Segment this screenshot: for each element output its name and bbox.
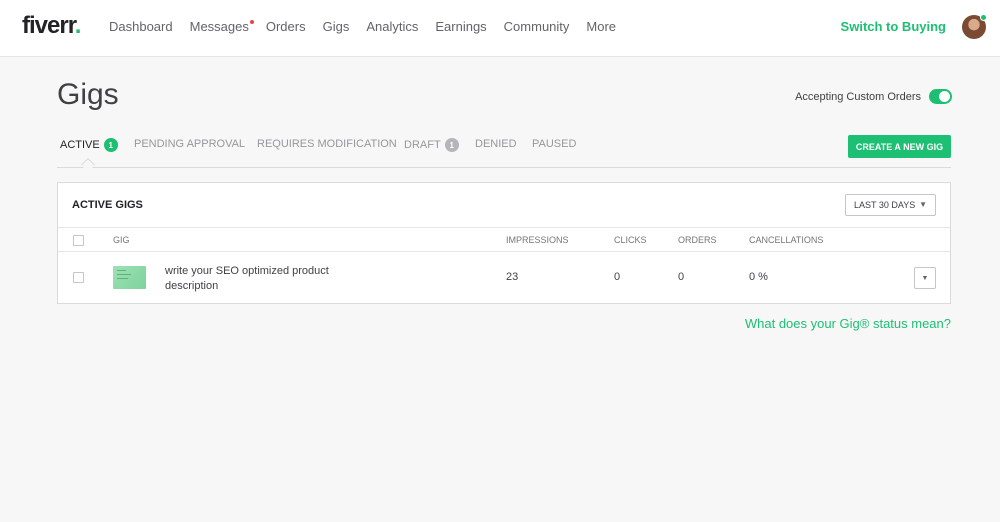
active-gigs-card: ACTIVE GIGS LAST 30 DAYS ▼ GIG IMPRESSIO…	[57, 182, 951, 304]
tab-draft[interactable]: DRAFT 1	[404, 138, 459, 152]
tab-pending-approval[interactable]: PENDING APPROVAL	[134, 138, 245, 150]
table-row: write your SEO optimized product descrip…	[58, 252, 950, 304]
page-title: Gigs	[57, 78, 119, 111]
gig-status-help-link[interactable]: What does your Gig® status mean?	[745, 316, 951, 331]
row-actions-dropdown[interactable]: ▼	[914, 267, 936, 289]
tab-active-label: ACTIVE	[60, 139, 100, 151]
online-status-icon	[980, 14, 987, 21]
column-gig: GIG	[113, 235, 130, 245]
gig-thumbnail[interactable]	[113, 266, 146, 289]
nav-messages[interactable]: Messages	[189, 19, 254, 34]
gig-status-tabs: ACTIVE 1 PENDING APPROVAL REQUIRES MODIF…	[57, 134, 951, 173]
nav-messages-label: Messages	[189, 19, 249, 34]
gig-title-link[interactable]: write your SEO optimized product descrip…	[165, 264, 355, 294]
custom-orders-toggle[interactable]	[929, 89, 952, 104]
switch-to-buying-link[interactable]: Switch to Buying	[841, 19, 946, 34]
card-title: ACTIVE GIGS	[72, 199, 143, 211]
period-select[interactable]: LAST 30 DAYS ▼	[845, 194, 936, 216]
user-avatar[interactable]	[962, 14, 987, 39]
create-new-gig-button[interactable]: CREATE A NEW GIG	[848, 135, 951, 158]
toggle-knob	[939, 91, 950, 102]
tab-draft-label: DRAFT	[404, 139, 441, 151]
tab-paused[interactable]: PAUSED	[532, 138, 576, 150]
gig-clicks: 0	[614, 271, 621, 283]
select-all-checkbox[interactable]	[73, 235, 84, 246]
period-select-value: LAST 30 DAYS	[854, 200, 916, 210]
active-tab-indicator	[80, 157, 96, 173]
nav-analytics[interactable]: Analytics	[366, 19, 418, 34]
column-clicks: CLICKS	[614, 235, 647, 245]
fiverr-logo[interactable]: fiverr.	[22, 12, 81, 40]
row-checkbox[interactable]	[73, 272, 84, 283]
caret-down-icon: ▼	[921, 274, 929, 282]
nav-community[interactable]: Community	[504, 19, 570, 34]
tab-active-count: 1	[103, 138, 118, 152]
tab-draft-count: 1	[444, 138, 459, 152]
table-header: GIG IMPRESSIONS CLICKS ORDERS CANCELLATI…	[58, 227, 950, 252]
nav-more[interactable]: More	[586, 19, 616, 34]
column-impressions: IMPRESSIONS	[506, 235, 569, 245]
tab-denied[interactable]: DENIED	[475, 138, 517, 150]
custom-orders-setting: Accepting Custom Orders	[795, 89, 952, 104]
gig-cancellations: 0 %	[749, 271, 768, 283]
nav-orders[interactable]: Orders	[266, 19, 306, 34]
nav-dashboard[interactable]: Dashboard	[109, 19, 173, 34]
nav-gigs[interactable]: Gigs	[323, 19, 350, 34]
custom-orders-label: Accepting Custom Orders	[795, 90, 921, 103]
top-navigation: fiverr. Dashboard Messages Orders Gigs A…	[0, 0, 1000, 57]
column-cancellations: CANCELLATIONS	[749, 235, 824, 245]
column-orders: ORDERS	[678, 235, 717, 245]
caret-down-icon: ▼	[919, 200, 927, 209]
tab-active[interactable]: ACTIVE 1	[60, 138, 118, 152]
tab-requires-modification[interactable]: REQUIRES MODIFICATION	[257, 138, 397, 150]
gig-orders: 0	[678, 271, 685, 283]
main-nav: Dashboard Messages Orders Gigs Analytics…	[109, 19, 616, 34]
nav-earnings[interactable]: Earnings	[435, 19, 486, 34]
unread-dot-icon	[249, 20, 254, 24]
gig-impressions: 23	[506, 271, 519, 283]
